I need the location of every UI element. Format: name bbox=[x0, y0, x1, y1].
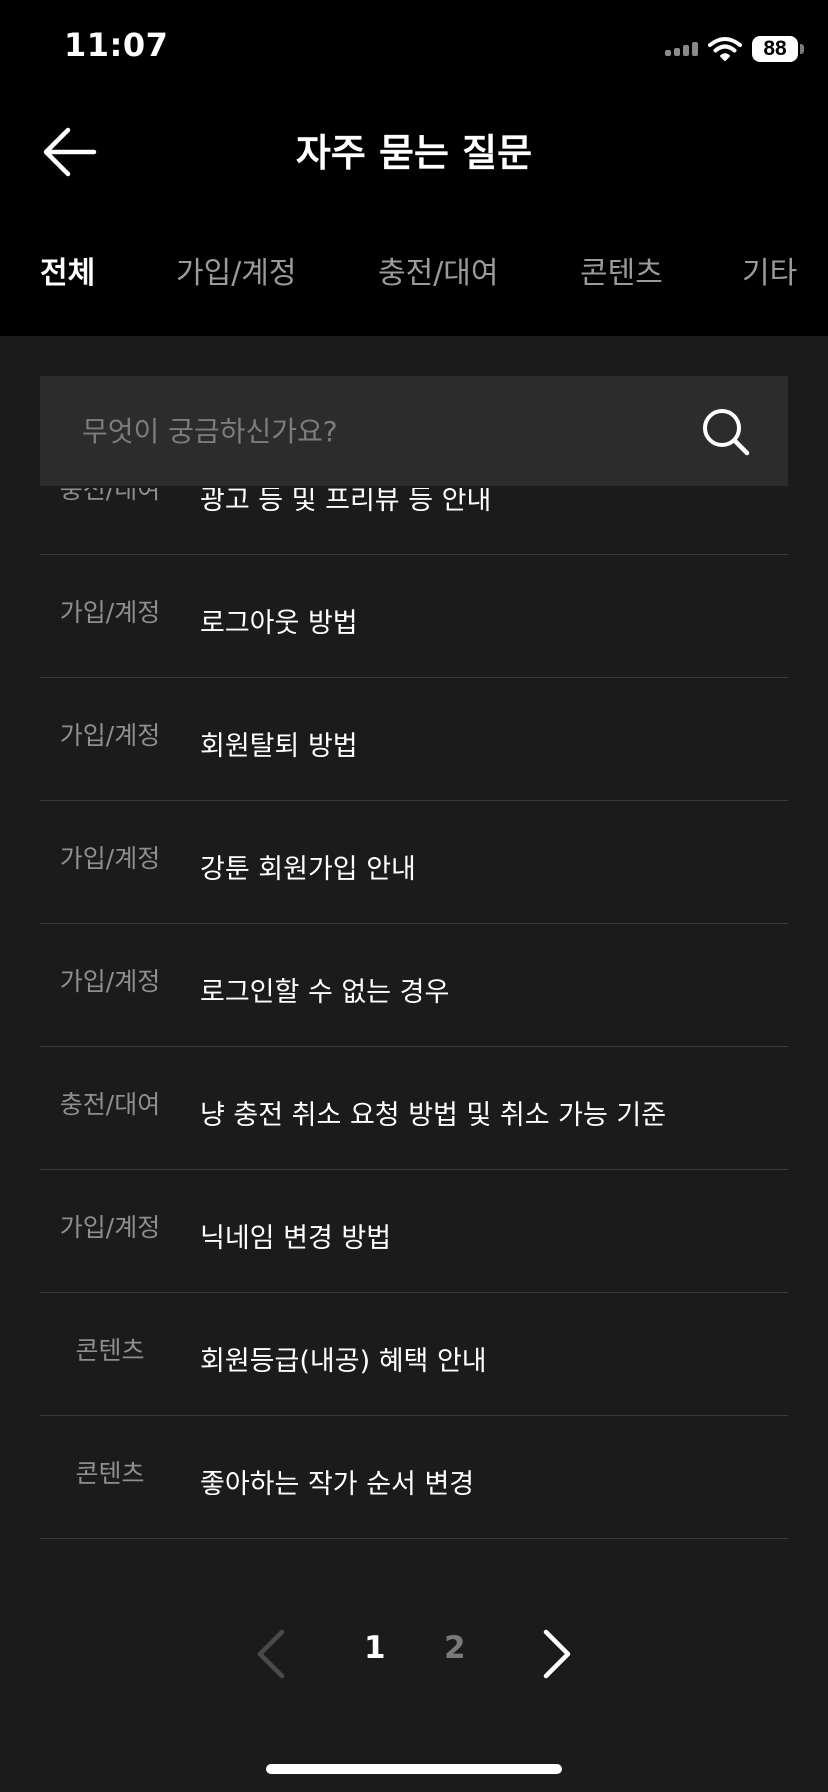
faq-category: 가입/계정 bbox=[59, 967, 161, 996]
faq-category: 가입/계정 bbox=[59, 598, 161, 627]
faq-question: 회원탈퇴 방법 bbox=[200, 731, 358, 762]
chevron-left-icon bbox=[257, 1629, 285, 1679]
faq-category: 콘텐츠 bbox=[75, 1336, 145, 1365]
search-box[interactable] bbox=[40, 376, 788, 486]
wifi-icon bbox=[708, 36, 742, 62]
list-item[interactable]: 가입/계정 강툰 회원가입 안내 bbox=[40, 801, 788, 924]
page-number-2[interactable]: 2 bbox=[444, 1630, 466, 1666]
search-icon[interactable] bbox=[702, 408, 750, 456]
faq-question: 로그아웃 방법 bbox=[200, 608, 358, 639]
pagination: 1 2 bbox=[0, 1620, 828, 1690]
chevron-right-icon bbox=[543, 1629, 571, 1679]
battery-level: 88 bbox=[763, 37, 787, 60]
faq-question: 로그인할 수 없는 경우 bbox=[200, 977, 450, 1008]
faq-category: 가입/계정 bbox=[59, 721, 161, 750]
list-item[interactable]: 콘텐츠 좋아하는 작가 순서 변경 bbox=[40, 1416, 788, 1539]
faq-question: 광고 등 및 프리뷰 등 안내 bbox=[200, 488, 492, 516]
tab-all[interactable]: 전체 bbox=[40, 248, 95, 292]
cellular-signal-icon bbox=[665, 42, 698, 56]
list-item[interactable]: 충전/대여 광고 등 및 프리뷰 등 안내 bbox=[40, 488, 788, 555]
tab-etc[interactable]: 기타 bbox=[742, 248, 797, 292]
tab-charge-rental[interactable]: 충전/대여 bbox=[378, 248, 499, 292]
page-number-current[interactable]: 1 bbox=[364, 1630, 386, 1666]
search-input[interactable] bbox=[40, 376, 680, 486]
list-item[interactable]: 가입/계정 회원탈퇴 방법 bbox=[40, 678, 788, 801]
list-item[interactable]: 콘텐츠 회원등급(내공) 혜택 안내 bbox=[40, 1293, 788, 1416]
tab-signup-account[interactable]: 가입/계정 bbox=[176, 248, 297, 292]
list-item[interactable]: 가입/계정 닉네임 변경 방법 bbox=[40, 1170, 788, 1293]
faq-category: 충전/대여 bbox=[59, 488, 161, 504]
next-page-button[interactable] bbox=[536, 1628, 576, 1680]
home-indicator bbox=[266, 1764, 562, 1774]
faq-category: 가입/계정 bbox=[59, 1213, 161, 1242]
list-item[interactable]: 가입/계정 로그인할 수 없는 경우 bbox=[40, 924, 788, 1047]
faq-question: 좋아하는 작가 순서 변경 bbox=[200, 1469, 475, 1500]
status-time: 11:07 bbox=[64, 26, 169, 64]
faq-category: 콘텐츠 bbox=[75, 1459, 145, 1488]
battery-icon: 88 bbox=[752, 36, 804, 62]
page-title: 자주 묻는 질문 bbox=[295, 131, 533, 175]
faq-list: 충전/대여 광고 등 및 프리뷰 등 안내 가입/계정 로그아웃 방법 가입/계… bbox=[40, 488, 788, 1544]
faq-question: 강툰 회원가입 안내 bbox=[200, 854, 416, 885]
list-item[interactable]: 가입/계정 로그아웃 방법 bbox=[40, 555, 788, 678]
category-tabs: 전체 가입/계정 충전/대여 콘텐츠 기타 bbox=[0, 248, 828, 298]
faq-category: 가입/계정 bbox=[59, 844, 161, 873]
faq-screen: 11:07 88 자주 묻는 질문 전체 가입/계정 충전/대여 콘텐츠 기타 … bbox=[0, 0, 828, 1792]
status-indicators: 88 bbox=[665, 32, 804, 66]
list-item[interactable]: 충전/대여 냥 충전 취소 요청 방법 및 취소 가능 기준 bbox=[40, 1047, 788, 1170]
previous-page-button bbox=[252, 1628, 292, 1680]
faq-list-scroll: 충전/대여 광고 등 및 프리뷰 등 안내 가입/계정 로그아웃 방법 가입/계… bbox=[40, 488, 788, 1539]
faq-question: 냥 충전 취소 요청 방법 및 취소 가능 기준 bbox=[200, 1100, 667, 1131]
faq-question: 회원등급(내공) 혜택 안내 bbox=[200, 1346, 487, 1377]
faq-question: 닉네임 변경 방법 bbox=[200, 1223, 392, 1254]
faq-category: 충전/대여 bbox=[59, 1090, 161, 1119]
tab-contents[interactable]: 콘텐츠 bbox=[580, 248, 663, 292]
top-bar: 11:07 88 자주 묻는 질문 전체 가입/계정 충전/대여 콘텐츠 기타 bbox=[0, 0, 828, 336]
